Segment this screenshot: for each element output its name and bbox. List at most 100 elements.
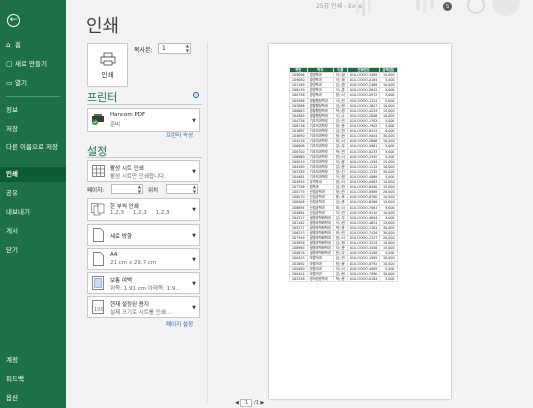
preview-table-cell: 204717: [289, 214, 308, 221]
print-what-dropdown[interactable]: 활성 시트 인쇄 활성 시트만 인쇄합니다. ▼: [87, 160, 200, 182]
sidebar-item-feedback[interactable]: 피드백: [0, 375, 66, 383]
preview-table-cell: 010-OOOO-5961: [346, 143, 381, 150]
paper-icon: [91, 252, 105, 266]
preview-table-cell: 200779: [289, 189, 308, 196]
collate-desc: 1,2,3 1,2,3 1,2,3: [110, 210, 170, 216]
collate-dropdown[interactable]: 한 부씩 인쇄 1,2,3 1,2,3 1,2,3 ▼: [87, 198, 200, 221]
next-page-icon[interactable]: ▶: [261, 400, 265, 406]
preview-table-cell: 204461: [289, 173, 308, 181]
preview-table-cell: 010-OOOO-1224: [346, 97, 381, 104]
margins-dropdown[interactable]: 보통 여백 위쪽: 1.91 cm 아래쪽: 1.9... ▼: [87, 272, 200, 294]
pages-from-input[interactable]: ▲ ▼: [111, 184, 143, 194]
preview-page-nav: ◀ 1 /1 ▶: [235, 399, 264, 407]
back-arrow-icon[interactable]: ←: [7, 14, 20, 27]
sidebar-item-options[interactable]: 옵션: [0, 394, 66, 402]
paper-size-dropdown[interactable]: A4 21 cm x 29.7 cm ▼: [87, 248, 200, 270]
scale-icon: 100: [91, 300, 105, 314]
preview-table-cell: 박○준: [332, 275, 348, 282]
preview-table-cell: 202886: [289, 102, 308, 109]
page-setup-link[interactable]: 페이지 설정: [166, 320, 193, 328]
sidebar-item-export[interactable]: 내보내기: [0, 208, 66, 216]
preview-table-cell: 200863: [289, 107, 308, 114]
sidebar-item-save-as[interactable]: 다른 이름으로 저장: [0, 143, 60, 151]
preview-table-cell: 204690: [289, 133, 308, 140]
page-title: 인쇄: [86, 16, 120, 37]
preview-table-cell: 200019: [289, 158, 308, 165]
sidebar-item-open[interactable]: ▭ 열기: [0, 79, 66, 87]
preview-table-cell: 200424: [289, 270, 308, 277]
new-file-icon: ▢: [6, 60, 13, 68]
preview-table-cell: 206700: [289, 148, 308, 155]
preview-table-cell: 010-OOOO-2469: [346, 82, 381, 89]
prev-page-icon[interactable]: ◀: [235, 400, 239, 406]
preview-header-cell: 금액(원): [379, 66, 398, 74]
preview-table-cell: 010-OOOO-2006: [346, 112, 381, 119]
scaling-dropdown[interactable]: 100 현재 설정된 용지 실제 크기로 시트를 인쇄... ▼: [87, 296, 200, 318]
preview-table-cell: 15,000: [379, 199, 398, 206]
margins-icon: [91, 276, 105, 290]
preview-table-cell: 208716: [289, 123, 308, 130]
info-icon[interactable]: i: [193, 92, 199, 98]
preview-table-cell: 010-OOOO-7426: [346, 229, 381, 237]
page-number-input[interactable]: 1: [240, 399, 253, 407]
preview-table-cell: 202358: [289, 275, 308, 282]
preview-table-cell: 010-OOOO-1627: [346, 102, 381, 109]
preview-table-cell: 010-OOOO-4069: [346, 173, 381, 181]
sidebar-item-home[interactable]: ⌂ 홈: [0, 41, 66, 49]
pages-label: 페이지:: [87, 188, 105, 194]
preview-table-cell: 10,000: [379, 209, 398, 216]
copies-value: 1: [162, 45, 166, 52]
printer-properties-link[interactable]: 프린터 속성: [166, 131, 193, 139]
preview-table-cell: 생명과학화학과: [306, 214, 334, 221]
copies-input[interactable]: 1 ▲ ▼: [158, 43, 191, 54]
orientation-dropdown[interactable]: 세로 방향 ▼: [87, 224, 200, 246]
preview-table-cell: 206960: [289, 153, 308, 160]
preview-table-cell: 010-OOOO-7902: [346, 123, 381, 130]
pages-from-spinner[interactable]: ▲ ▼: [138, 184, 141, 194]
sidebar-item-account[interactable]: 계정: [0, 356, 66, 364]
preview-table-cell: 205277: [289, 224, 308, 232]
preview-table-cell: 010-OOOO-4089: [346, 265, 381, 272]
scaling-label: 현재 설정된 용지: [110, 302, 149, 308]
copies-spinner[interactable]: ▲ ▼: [186, 43, 189, 53]
preview-table-cell: 010-OOOO-8414: [346, 128, 381, 135]
chevron-down-icon: ▼: [192, 305, 196, 311]
sidebar-item-share[interactable]: 공유: [0, 189, 66, 197]
preview-table-cell: 010-OOOO-4229: [346, 107, 381, 114]
preview-table-cell: 15,000: [379, 158, 398, 165]
preview-table-cell: 200425: [289, 255, 308, 262]
sidebar-item-new[interactable]: ▢ 새로 만들기: [0, 60, 66, 68]
preview-table-cell: 010-OOOO-3224: [346, 240, 381, 247]
pages-to-input[interactable]: ▲ ▼: [166, 184, 198, 194]
sidebar-item-close[interactable]: 닫기: [0, 246, 66, 254]
preview-table-cell: 010-OOOO-9404: [346, 133, 381, 140]
sidebar-item-save[interactable]: 저장: [0, 125, 66, 133]
margins-label: 보통 여백: [110, 278, 132, 284]
preview-table-cell: 200480: [289, 265, 308, 272]
preview-table-cell: 010-OOOO-8233: [346, 148, 381, 155]
preview-table-cell: 영어영문학과: [306, 275, 334, 282]
print-button[interactable]: 인쇄: [87, 43, 128, 87]
preview-table-cell: 201169: [289, 82, 308, 89]
sidebar-item-info[interactable]: 정보: [0, 106, 66, 114]
sidebar-item-publish[interactable]: 게시: [0, 227, 66, 235]
preview-table-cell: 010-OOOO-5615: [346, 87, 381, 94]
preview-table-cell: 010-OOOO-0983: [346, 179, 381, 186]
preview-table-cell: 205858: [289, 240, 308, 247]
preview-table-cell: 010-OOOO-1995: [346, 255, 381, 262]
printer-dropdown[interactable]: Hancom PDF 준비 ▼: [87, 108, 200, 132]
pages-to-spinner[interactable]: ▲ ▼: [193, 184, 196, 194]
preview-table-cell: 201162: [289, 219, 308, 226]
preview-table-cell: 10,000: [379, 82, 398, 89]
preview-table-cell: 생명과학화학과: [306, 235, 334, 242]
preview-table-cell: 20,000: [379, 235, 398, 242]
preview-table-cell: 10,000: [379, 163, 398, 170]
preview-table-cell: 010-OOOO-1235: [346, 168, 381, 175]
preview-table-cell: 010-OOOO-0184: [346, 77, 381, 84]
sidebar-item-print[interactable]: 인쇄: [0, 167, 66, 182]
preview-table-cell: 10,000: [379, 194, 398, 201]
preview-table-cell: 204589: [289, 112, 308, 119]
pages-to-label: 위치: [148, 188, 159, 194]
folder-open-icon: ▭: [6, 79, 13, 87]
printer-status: 준비: [110, 122, 121, 128]
